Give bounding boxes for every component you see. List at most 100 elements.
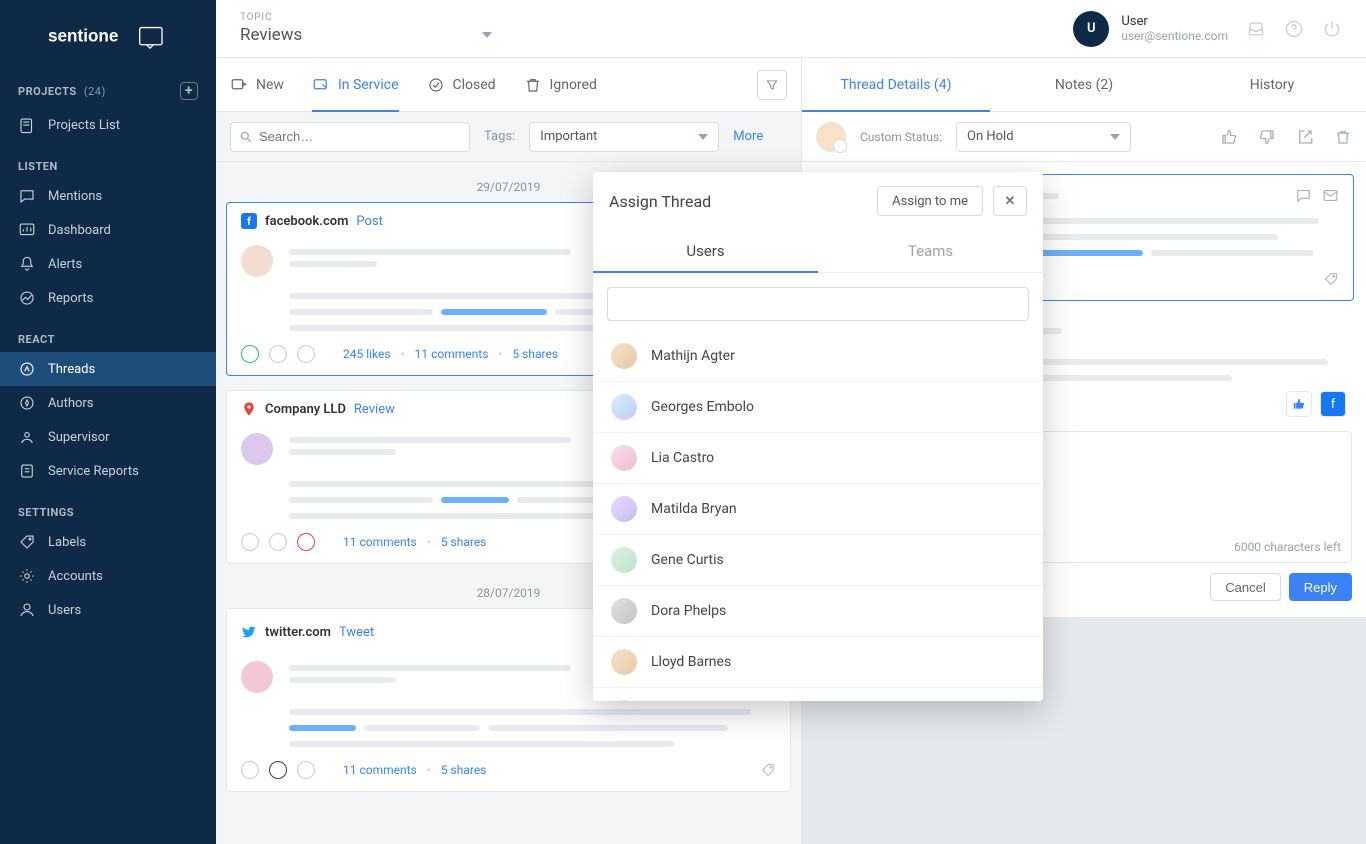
user-option[interactable]: Lia Castro (593, 433, 1043, 484)
sidebar-item-authors[interactable]: Authors (0, 386, 216, 420)
sidebar-item-labels[interactable]: Labels (0, 525, 216, 559)
tab-ignored[interactable]: Ignored (524, 58, 597, 111)
user-option[interactable]: Isabella Perry (593, 688, 1043, 701)
placeholder-line (441, 309, 547, 315)
service-reports-icon (18, 462, 36, 480)
sentiment-positive-icon[interactable] (241, 533, 259, 551)
sidebar-item-alerts[interactable]: Alerts (0, 247, 216, 281)
add-project-icon[interactable]: + (180, 82, 198, 100)
mail-icon[interactable] (1322, 187, 1339, 204)
sidebar-item-projects-list[interactable]: Projects List (0, 108, 216, 142)
search-input[interactable] (259, 129, 461, 144)
tab-closed[interactable]: Closed (427, 58, 496, 111)
react-heading: REACT (0, 315, 216, 352)
placeholder-line (289, 449, 396, 455)
modal-tab-users[interactable]: Users (593, 230, 818, 272)
close-icon[interactable]: ✕ (993, 186, 1027, 216)
power-icon[interactable] (1322, 19, 1342, 39)
modal-title: Assign Thread (609, 192, 867, 211)
facebook-reply-icon[interactable]: f (1320, 391, 1346, 417)
avatar-icon (611, 700, 637, 701)
assign-to-me-button[interactable]: Assign to me (877, 186, 983, 216)
tab-new[interactable]: New (230, 58, 284, 111)
reply-button[interactable]: Reply (1289, 573, 1352, 601)
user-option[interactable]: Matilda Bryan (593, 484, 1043, 535)
tab-notes[interactable]: Notes (2) (990, 58, 1178, 111)
custom-status-select[interactable]: On Hold (956, 122, 1131, 152)
status-tabs: New In Service Closed Ignored (216, 58, 801, 112)
sentiment-negative-icon[interactable] (297, 533, 315, 551)
filter-button[interactable] (757, 70, 787, 100)
sentiment-negative-icon[interactable] (297, 345, 315, 363)
projects-heading: PROJECTS (24) + (0, 74, 216, 108)
user-option[interactable]: Lloyd Barnes (593, 637, 1043, 688)
sidebar-label: Threads (48, 362, 95, 377)
author-avatar (241, 661, 273, 693)
sidebar-item-accounts[interactable]: Accounts (0, 559, 216, 593)
assignee-avatar[interactable] (816, 122, 846, 152)
sidebar-label: Projects List (48, 118, 120, 133)
tags-select[interactable]: Important (529, 122, 719, 152)
modal-tab-teams[interactable]: Teams (818, 230, 1043, 272)
sidebar-item-mentions[interactable]: Mentions (0, 179, 216, 213)
listen-heading: LISTEN (0, 142, 216, 179)
chat-icon[interactable] (1295, 187, 1312, 204)
user-option[interactable]: Mathijn Agter (593, 331, 1043, 382)
projects-count: (24) (84, 85, 106, 98)
thumbs-up-icon[interactable] (1220, 128, 1238, 146)
user-name: Georges Embolo (651, 399, 754, 415)
trash-icon[interactable] (1334, 128, 1352, 146)
sidebar-item-dashboard[interactable]: Dashboard (0, 213, 216, 247)
sentiment-positive-icon[interactable] (241, 761, 259, 779)
tag-selected: Important (540, 129, 597, 144)
modal-search-input[interactable] (607, 287, 1029, 321)
user-option[interactable]: Georges Embolo (593, 382, 1043, 433)
tab-label: Closed (453, 77, 496, 93)
external-link-icon[interactable] (1296, 128, 1314, 146)
user-option[interactable]: Gene Curtis (593, 535, 1043, 586)
tab-history[interactable]: History (1178, 58, 1366, 111)
topic-selector[interactable]: TOPIC Reviews (240, 12, 492, 45)
avatar-icon (611, 445, 637, 471)
sidebar-item-users[interactable]: Users (0, 593, 216, 627)
author-avatar (241, 433, 273, 465)
source-name: facebook.com (265, 214, 348, 229)
tab-in-service[interactable]: In Service (312, 58, 399, 111)
sentiment-negative-icon[interactable] (297, 761, 315, 779)
sidebar-item-supervisor[interactable]: Supervisor (0, 420, 216, 454)
thumbs-down-icon[interactable] (1258, 128, 1276, 146)
inbox-icon[interactable] (1246, 19, 1266, 39)
sidebar-label: Labels (48, 535, 86, 550)
twitter-icon (241, 624, 257, 640)
user-name: Matilda Bryan (651, 501, 737, 517)
user-option[interactable]: Dora Phelps (593, 586, 1043, 637)
placeholder-line (289, 437, 571, 443)
authors-icon (18, 394, 36, 412)
sidebar-label: Service Reports (48, 464, 139, 479)
assign-thread-modal: Assign Thread Assign to me ✕ Users Teams… (593, 172, 1043, 701)
tab-label: In Service (338, 77, 399, 93)
tab-thread-details[interactable]: Thread Details (4) (802, 58, 990, 111)
source-type: Review (354, 402, 395, 417)
sidebar-item-reports[interactable]: Reports (0, 281, 216, 315)
sidebar-item-threads[interactable]: Threads (0, 352, 216, 386)
stat-likes: 245 likes (343, 347, 391, 361)
modal-user-list: Mathijn Agter Georges Embolo Lia Castro … (593, 331, 1043, 701)
stat-shares: 5 shares (441, 535, 487, 549)
sidebar-item-service-reports[interactable]: Service Reports (0, 454, 216, 488)
user-menu[interactable]: U User user@sentione.com (1073, 11, 1228, 47)
cancel-button[interactable]: Cancel (1210, 573, 1280, 601)
tag-icon[interactable] (760, 762, 776, 778)
topic-label: TOPIC (240, 12, 492, 23)
more-link[interactable]: More (733, 129, 763, 144)
facebook-icon: f (241, 213, 257, 229)
topic-value: Reviews (240, 25, 302, 45)
placeholder-line (289, 725, 356, 731)
sentiment-neutral-icon[interactable] (269, 533, 287, 551)
sentiment-neutral-icon[interactable] (269, 761, 287, 779)
sentiment-neutral-icon[interactable] (269, 345, 287, 363)
like-button[interactable] (1286, 391, 1312, 417)
sentiment-positive-icon[interactable] (241, 345, 259, 363)
tag-icon[interactable] (1323, 271, 1339, 287)
help-icon[interactable] (1284, 19, 1304, 39)
